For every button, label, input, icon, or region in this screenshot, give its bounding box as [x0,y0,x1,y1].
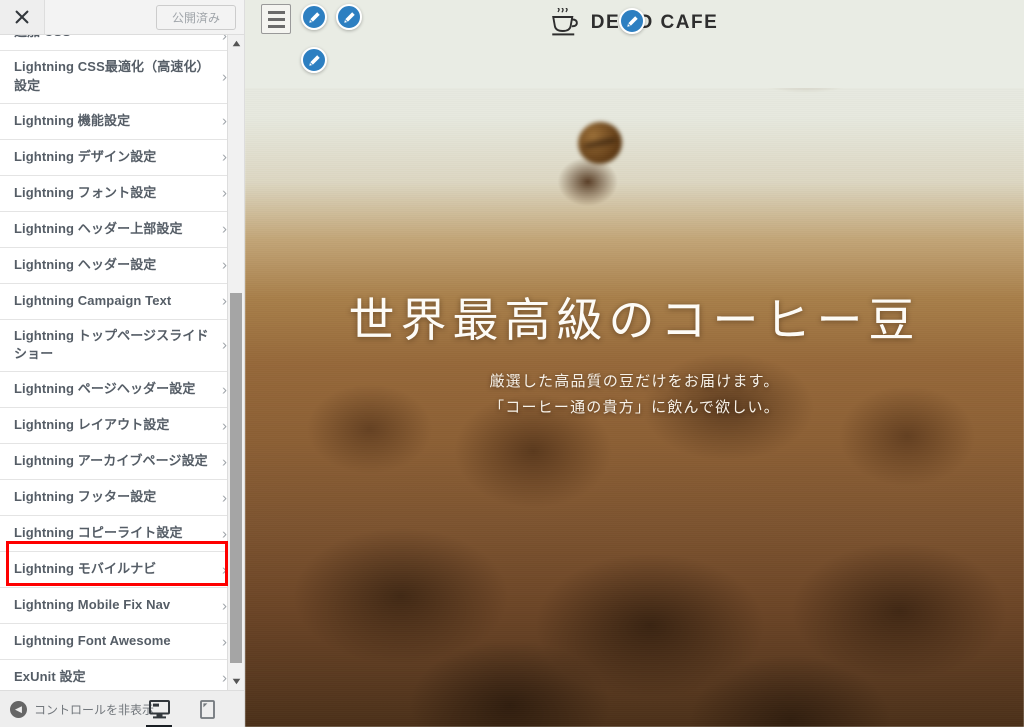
collapse-controls-label: コントロールを非表示 [34,702,155,717]
hero-subtitle-line-2: 「コーヒー通の貴方」に飲んで欲しい。 [489,399,780,416]
pencil-icon [626,15,638,27]
customizer-panel-item[interactable]: Lightning ヘッダー設定 › [0,247,237,284]
sidebar-scrollbar[interactable] [227,35,244,690]
edit-pin-logo[interactable] [619,8,645,34]
customizer-panel-label: Lightning Campaign Text [14,292,172,308]
device-tablet-button[interactable] [191,691,223,727]
customizer-sidebar: 公開済み 追加 CSS›Lightning CSS最適化（高速化）設定›Ligh… [0,0,245,727]
chevron-left-icon: ◀ [10,700,27,718]
desktop-icon [148,700,170,719]
customizer-panel-item[interactable]: Lightning アーカイブページ設定 › [0,444,237,481]
customizer-header-bar: 公開済み [45,0,244,34]
edit-pin-campaign[interactable] [301,47,327,73]
customizer-panel-label: Lightning Font Awesome [14,633,171,649]
scrollbar-thumb[interactable] [230,293,242,663]
customizer-panel-label: Lightning ヘッダー上部設定 [14,220,183,236]
site-preview-frame[interactable]: 世界最高級のコーヒー豆 厳選した高品質の豆だけをお届けます。 「コーヒー通の貴方… [245,0,1024,727]
site-header: DEMO CAFE [245,0,1024,88]
triangle-up-icon [232,40,240,47]
scrollbar-down-arrow[interactable] [228,673,244,690]
publish-button[interactable]: 公開済み [156,4,236,30]
pencil-icon [343,11,355,23]
customizer-panel-label: Lightning コピーライト設定 [14,525,183,541]
hero-section: 世界最高級のコーヒー豆 厳選した高品質の豆だけをお届けます。 「コーヒー通の貴方… [245,0,1024,727]
coffee-cup-icon [551,8,578,36]
customizer-panel-item[interactable]: Lightning トップページスライドショー › [0,319,237,373]
customizer-panel-label: Lightning 機能設定 [14,112,131,128]
customizer-panel-item[interactable]: Lightning レイアウト設定 › [0,408,237,445]
hero-title: 世界最高級のコーヒー豆 [348,295,921,346]
customizer-panel-label: Lightning フッター設定 [14,489,157,505]
customizer-panel-item[interactable]: Lightning CSS最適化（高速化）設定 › [0,50,237,104]
customizer-footer: ◀ コントロールを非表示 [0,690,244,727]
customizer-panel-item[interactable]: 追加 CSS› [0,35,237,51]
hamburger-bar [267,10,285,14]
device-preview-switcher [143,691,244,727]
customizer-panel-list-container: 追加 CSS›Lightning CSS最適化（高速化）設定›Lightning… [0,35,244,690]
customizer-panel-label: Lightning デザイン設定 [14,148,157,164]
customizer-panel-item[interactable]: Lightning フッター設定 › [0,480,237,517]
close-customizer-button[interactable] [0,0,45,34]
customizer-screen: 公開済み 追加 CSS›Lightning CSS最適化（高速化）設定›Ligh… [0,0,1024,727]
customizer-panel-item[interactable]: Lightning ヘッダー上部設定 › [0,211,237,248]
edit-pin-menu[interactable] [301,4,327,30]
hamburger-bar [267,17,285,21]
hero-subtitle: 厳選した高品質の豆だけをお届けます。 「コーヒー通の貴方」に飲んで欲しい。 [245,369,1024,422]
hero-text-block: 世界最高級のコーヒー豆 厳選した高品質の豆だけをお届けます。 「コーヒー通の貴方… [245,292,1024,421]
customizer-panel-item[interactable]: Lightning フォント設定 › [0,175,237,212]
close-icon [15,10,29,24]
customizer-panel-label: 追加 CSS [14,35,71,42]
customizer-panel-item[interactable]: Lightning ページヘッダー設定 › [0,372,237,409]
customizer-panel-item[interactable]: Lightning デザイン設定 › [0,139,237,176]
customizer-panel-label: Lightning ヘッダー設定 [14,256,157,272]
edit-pin-header[interactable] [336,4,362,30]
customizer-panel-label: ExUnit 設定 [14,669,86,685]
customizer-panel-label: Lightning ページヘッダー設定 [14,381,196,397]
device-desktop-button[interactable] [143,691,175,727]
customizer-header: 公開済み [0,0,244,35]
hamburger-menu-icon[interactable] [261,4,291,34]
scrollbar-up-arrow[interactable] [228,35,244,52]
hamburger-bar [267,24,285,28]
customizer-panel-label: Lightning CSS最適化（高速化）設定 [14,58,204,93]
pencil-icon [308,11,320,23]
customizer-panel-label: Lightning Mobile Fix Nav [14,597,171,613]
customizer-panel-label: Lightning フォント設定 [14,184,157,200]
hero-subtitle-line-1: 厳選した高品質の豆だけをお届けます。 [489,373,780,390]
customizer-panel-label: Lightning レイアウト設定 [14,417,170,433]
customizer-panel-item[interactable]: ExUnit 設定 › [0,660,237,690]
customizer-panel-item[interactable]: Lightning モバイルナビ › [0,552,237,589]
tablet-icon [199,700,215,719]
customizer-panel-item[interactable]: Lightning Mobile Fix Nav › [0,588,237,625]
customizer-panel-item[interactable]: Lightning 機能設定 › [0,103,237,140]
collapse-controls-button[interactable]: ◀ コントロールを非表示 [10,700,155,718]
device-mobile-button[interactable] [239,691,244,727]
customizer-panel-label: Lightning トップページスライドショー [14,327,209,362]
customizer-panel-list: 追加 CSS›Lightning CSS最適化（高速化）設定›Lightning… [0,35,237,690]
customizer-panel-item[interactable]: Lightning コピーライト設定 › [0,516,237,553]
customizer-panel-item[interactable]: Lightning Campaign Text › [0,283,237,320]
site-logo-text: DEMO CAFE [590,12,719,33]
customizer-panel-label: Lightning アーカイブページ設定 [14,453,208,469]
customizer-panel-item[interactable]: Lightning Font Awesome › [0,624,237,661]
triangle-down-icon [232,678,240,685]
customizer-panel-label: Lightning モバイルナビ [14,561,157,577]
pencil-icon [308,54,320,66]
